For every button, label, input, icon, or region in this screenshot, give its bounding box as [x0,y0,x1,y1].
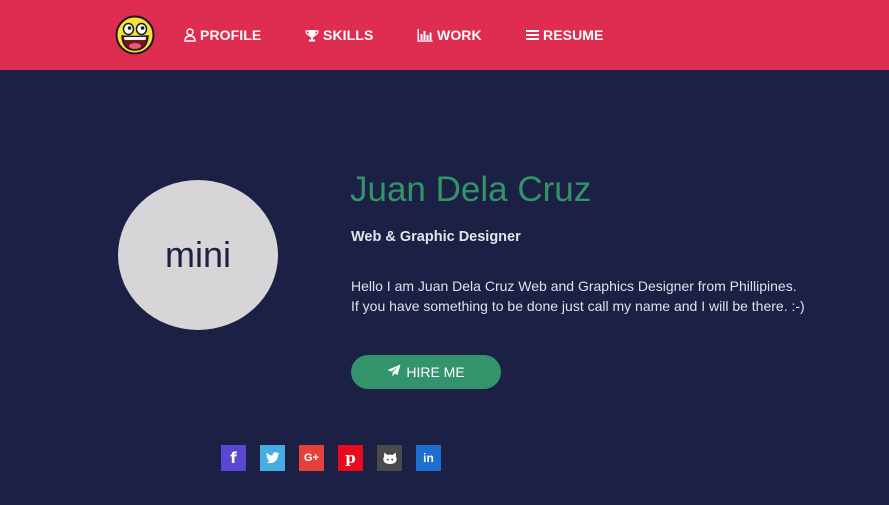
paper-plane-icon [387,364,401,380]
nav-profile-label: PROFILE [200,27,262,43]
facebook-icon[interactable]: f [221,445,246,471]
avatar-text: mini [164,234,231,275]
nav-skills-label: SKILLS [323,27,374,43]
user-icon [184,28,196,42]
google-plus-icon[interactable]: G+ [299,445,324,471]
awesome-face-icon[interactable] [115,15,155,55]
nav-skills[interactable]: SKILLS [305,26,373,44]
hire-me-button[interactable]: HIRE ME [351,355,501,389]
nav-work-label: WORK [437,27,482,43]
github-icon[interactable] [377,445,402,471]
profile-title: Web & Graphic Designer [351,229,521,245]
bio-line-2: If you have something to be done just ca… [351,298,805,314]
nav-work[interactable]: WORK [417,26,482,44]
facebook-glyph: f [230,449,237,467]
profile-bio: Hello I am Juan Dela Cruz Web and Graphi… [351,276,805,316]
github-cat-icon [382,452,397,464]
pinterest-icon[interactable]: p [338,445,363,471]
trophy-icon [305,29,319,42]
google-plus-glyph: G+ [304,452,319,464]
nav-profile[interactable]: PROFILE [184,26,261,44]
hire-me-label: HIRE ME [406,364,465,380]
pinterest-glyph: p [345,449,356,467]
bio-line-1: Hello I am Juan Dela Cruz Web and Graphi… [351,278,797,294]
nav-resume-label: RESUME [543,27,604,43]
twitter-bird-icon [265,452,279,464]
bar-chart-icon [417,28,433,42]
avatar: mini [118,180,278,330]
linkedin-glyph: in [423,451,434,465]
profile-name: Juan Dela Cruz [350,170,592,209]
linkedin-icon[interactable]: in [416,445,441,471]
menu-lines-icon [526,29,539,41]
twitter-icon[interactable] [260,445,285,471]
nav-resume[interactable]: RESUME [526,26,604,44]
navbar: PROFILE SKILLS WORK RESUME [0,0,889,70]
